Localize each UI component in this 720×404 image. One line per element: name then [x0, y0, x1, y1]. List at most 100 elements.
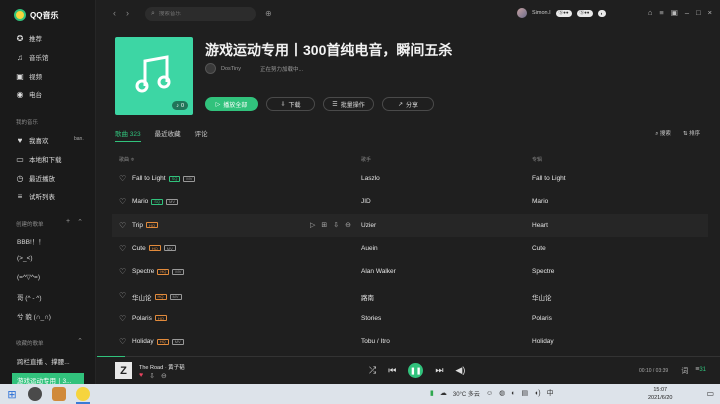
- sidebar-item-radio[interactable]: ◉ 电台: [16, 89, 43, 100]
- song-album[interactable]: 华山论: [532, 292, 552, 302]
- sidebar-item-music-hall[interactable]: ♫ 音乐馆: [16, 52, 49, 63]
- maximize-icon[interactable]: □: [696, 8, 701, 17]
- like-icon[interactable]: ♡: [119, 174, 126, 183]
- tab-comments[interactable]: 评论: [195, 128, 208, 138]
- previous-icon[interactable]: ⏮: [388, 365, 396, 376]
- like-icon[interactable]: ♡: [119, 337, 126, 346]
- taskbar-app-icon[interactable]: [28, 387, 42, 401]
- minimize-icon[interactable]: –: [685, 8, 689, 17]
- song-album[interactable]: Mario: [532, 198, 548, 205]
- song-title[interactable]: Holiday: [132, 338, 154, 345]
- like-icon[interactable]: ♡: [119, 197, 126, 206]
- settings-icon[interactable]: ≡: [659, 8, 663, 17]
- vip-badge[interactable]: ◐: [597, 9, 607, 17]
- song-album[interactable]: Spectre: [532, 268, 554, 275]
- clock[interactable]: 15:07 2021/6/20: [648, 386, 672, 402]
- forward-arrow-icon[interactable]: ›: [126, 8, 129, 18]
- song-artist[interactable]: JID: [361, 198, 371, 205]
- song-album[interactable]: Holiday: [532, 338, 554, 345]
- more-icon[interactable]: ⊖: [161, 372, 167, 380]
- song-title-cell[interactable]: Mario SQ MV: [132, 198, 179, 205]
- song-title-cell[interactable]: Spectre HQ MV: [132, 268, 185, 275]
- battery-icon[interactable]: ▮: [430, 389, 434, 397]
- playlist-item[interactable]: BBB!！！: [17, 236, 45, 246]
- song-title[interactable]: Spectre: [132, 268, 154, 275]
- back-arrow-icon[interactable]: ‹: [113, 8, 116, 18]
- sidebar-item-trial-list[interactable]: ≡ 试听列表: [16, 191, 55, 202]
- like-icon[interactable]: ♡: [119, 267, 126, 276]
- song-artist[interactable]: Laszlo: [361, 175, 380, 182]
- play-icon[interactable]: ▷: [310, 221, 315, 229]
- close-icon[interactable]: ×: [708, 8, 712, 17]
- playlist-item[interactable]: 兮 貌 (∩_∩): [17, 311, 51, 321]
- network-icon[interactable]: ▤: [521, 389, 528, 397]
- tray-app-icon[interactable]: ◍: [499, 389, 505, 397]
- add-icon[interactable]: ⊞: [321, 221, 327, 229]
- playlist-item[interactable]: (=^▽^=): [17, 273, 40, 281]
- song-title-cell[interactable]: Holiday HQ MV: [132, 338, 184, 345]
- table-row[interactable]: ♡ Holiday HQ MV Tobu / Itro Holiday: [112, 330, 708, 353]
- tray-app-icon[interactable]: ◐: [511, 390, 515, 397]
- volume-icon[interactable]: ◀): [455, 365, 465, 376]
- table-row[interactable]: ♡ Cute HQ MV Auein Cute: [112, 237, 708, 260]
- like-icon[interactable]: ♡: [119, 244, 126, 253]
- song-artist[interactable]: Tobu / Itro: [361, 338, 390, 345]
- song-title-cell[interactable]: Cute HQ MV: [132, 245, 176, 252]
- search-input[interactable]: [158, 11, 249, 17]
- avatar[interactable]: [517, 8, 527, 18]
- search-in-list[interactable]: ⌕ 搜索: [655, 129, 671, 138]
- song-album[interactable]: Polaris: [532, 315, 552, 322]
- table-row[interactable]: ♡ Polaris HQ Stories Polaris: [112, 307, 708, 330]
- next-icon[interactable]: ⏭: [435, 365, 443, 376]
- sort-button[interactable]: ⇅ 排序: [683, 129, 700, 138]
- song-title-cell[interactable]: 华山论 HQ MV: [132, 292, 182, 302]
- song-title[interactable]: Fall to Light: [132, 175, 166, 182]
- playlist-icon[interactable]: ≡31: [695, 366, 706, 376]
- column-song[interactable]: 歌曲 ≑: [119, 156, 135, 163]
- play-all-button[interactable]: ▷ 播放全部: [205, 97, 258, 111]
- more-icon[interactable]: ⊖: [345, 221, 351, 229]
- like-icon[interactable]: ♥: [139, 372, 143, 380]
- batch-button[interactable]: ☰ 批量操作: [323, 97, 374, 111]
- vip-badge[interactable]: Ⓢ●●: [555, 9, 572, 17]
- song-artist[interactable]: Stories: [361, 315, 381, 322]
- sidebar-item-video[interactable]: ▣ 视频: [16, 71, 42, 82]
- like-icon[interactable]: ♡: [119, 314, 126, 323]
- taskbar-qq-music-icon[interactable]: [76, 387, 90, 401]
- download-button[interactable]: ⇩ 下载: [266, 97, 315, 111]
- table-row[interactable]: ♡ Spectre HQ MV Alan Walker Spectre: [112, 260, 708, 283]
- quality-badge[interactable]: MV: [169, 293, 182, 300]
- song-title[interactable]: Trip: [132, 222, 143, 229]
- quality-badge[interactable]: MV: [163, 245, 176, 252]
- tab-recent[interactable]: 最近收藏: [155, 128, 181, 138]
- lyrics-icon[interactable]: 词: [681, 366, 688, 376]
- favorite-playlist-item[interactable]: 跨栏直播 、撑腰...: [17, 356, 70, 366]
- search-box[interactable]: ⌕: [145, 7, 256, 21]
- song-album[interactable]: Heart: [532, 222, 548, 229]
- taskbar-app-icon[interactable]: [52, 387, 66, 401]
- song-album[interactable]: Cute: [532, 245, 546, 252]
- like-icon[interactable]: ♡: [119, 291, 126, 300]
- tray-app-icon[interactable]: ☺: [486, 390, 493, 397]
- notification-icon[interactable]: ▭: [706, 389, 714, 398]
- like-icon[interactable]: ♡: [119, 221, 126, 230]
- song-title[interactable]: Mario: [132, 198, 148, 205]
- song-title-cell[interactable]: Fall to Light SQ MV: [132, 175, 196, 182]
- add-icon[interactable]: +: [66, 218, 70, 226]
- voice-search-icon[interactable]: ⊕: [265, 9, 272, 18]
- song-artist[interactable]: Alan Walker: [361, 268, 396, 275]
- download-icon[interactable]: ⇩: [149, 372, 155, 380]
- sidebar-item-local-download[interactable]: ▭ 本地和下载: [16, 154, 61, 165]
- quality-badge[interactable]: MV: [171, 338, 184, 345]
- song-artist[interactable]: Uzier: [361, 222, 376, 229]
- download-icon[interactable]: ⇩: [333, 221, 339, 229]
- weather-text[interactable]: 30°C 多云: [453, 389, 480, 398]
- share-button[interactable]: ↗ 分享: [382, 97, 434, 111]
- user-area[interactable]: Simon.I Ⓢ●● Ⓢ●● ◐: [517, 8, 607, 18]
- app-logo[interactable]: QQ音乐: [14, 9, 58, 21]
- playlist-item[interactable]: 哥 (^ - ^): [17, 292, 42, 302]
- table-row[interactable]: ♡ 华山论 HQ MV 路南 华山论: [112, 284, 708, 307]
- song-title[interactable]: Cute: [132, 245, 146, 252]
- shuffle-icon[interactable]: ⤮: [369, 365, 376, 376]
- song-title[interactable]: 华山论: [132, 292, 152, 302]
